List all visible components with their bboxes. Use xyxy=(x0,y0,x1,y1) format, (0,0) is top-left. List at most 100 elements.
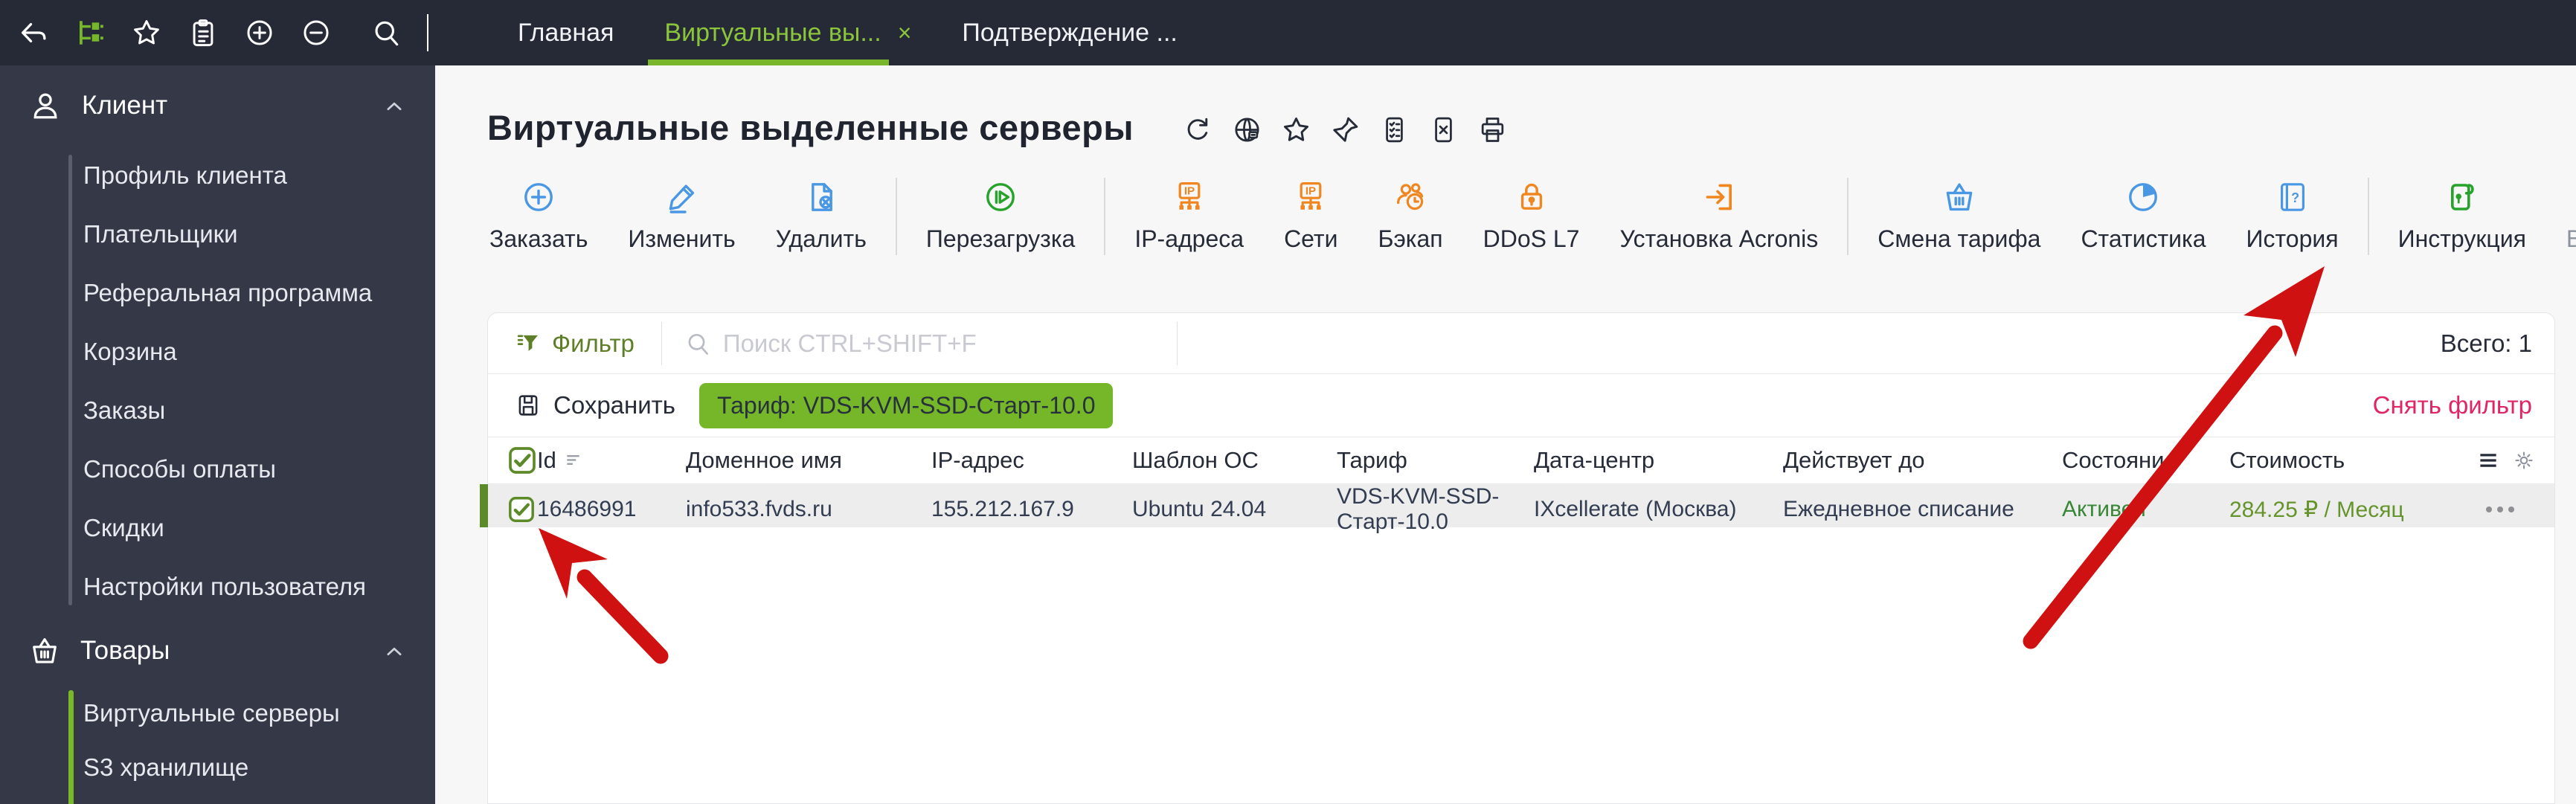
toolbar-button-change-tariff[interactable]: Смена тарифа xyxy=(1857,175,2061,253)
column-header-domain[interactable]: Доменное имя xyxy=(686,447,931,474)
search-input[interactable] xyxy=(722,329,1154,358)
back-icon[interactable] xyxy=(18,17,49,48)
sidebar-item-payers[interactable]: Плательщики xyxy=(0,205,435,263)
sidebar-item-referral-program[interactable]: Реферальная программа xyxy=(0,263,435,322)
cell-valid-until: Ежедневное списание xyxy=(1783,497,2014,521)
sidebar-item-user-settings[interactable]: Настройки пользователя xyxy=(0,557,435,616)
sidebar-item-client-profile[interactable]: Профиль клиента xyxy=(0,146,435,205)
refresh-icon[interactable] xyxy=(1183,115,1213,145)
cell-id: 16486991 xyxy=(537,497,637,521)
networks-icon xyxy=(1293,179,1329,215)
sidebar-item-label: Профиль клиента xyxy=(83,161,287,189)
sidebar-item-payment-methods[interactable]: Способы оплаты xyxy=(0,440,435,498)
checklist-icon[interactable] xyxy=(1379,115,1410,145)
toolbar-button-order[interactable]: Заказать xyxy=(469,175,608,253)
filter-button[interactable]: Фильтр xyxy=(488,329,661,358)
save-filter-label: Сохранить xyxy=(553,391,675,419)
toolbar-button-backup[interactable]: Бэкап xyxy=(1358,175,1462,253)
row-height-menu-icon[interactable] xyxy=(2477,449,2499,472)
toolbar-button-delete[interactable]: Удалить xyxy=(756,175,887,253)
table-row[interactable]: 16486991 info533.fvds.ru 155.212.167.9 U… xyxy=(480,484,2554,534)
column-header-ip[interactable]: IP-адрес xyxy=(931,447,1132,474)
sidebar-client-items: Профиль клиента Плательщики Реферальная … xyxy=(0,146,435,616)
toolbar: Заказать Изменить Удалить Перезагрузка I… xyxy=(469,175,2576,255)
chevron-up-icon[interactable] xyxy=(383,94,405,117)
toolbar-button-label: IP-адреса xyxy=(1134,225,1244,252)
column-header-os-template[interactable]: Шаблон ОС xyxy=(1132,447,1337,474)
globe-icon[interactable] xyxy=(1232,115,1262,145)
tab-virtual-servers[interactable]: Виртуальные вы... × xyxy=(639,0,937,65)
toolbar-button-edit[interactable]: Изменить xyxy=(608,175,755,253)
sidebar-active-group-line xyxy=(68,690,74,804)
tab-home[interactable]: Главная xyxy=(492,0,639,65)
toolbar-button-history[interactable]: История xyxy=(2226,175,2359,253)
toolbar-button-label: Удалить xyxy=(775,225,867,252)
filter-row: Фильтр Всего: 1 xyxy=(488,313,2554,374)
toolbar-button-label: Заказать xyxy=(489,225,588,252)
sidebar-item-orders[interactable]: Заказы xyxy=(0,381,435,440)
toolbar-button-acronis-install[interactable]: Установка Acronis xyxy=(1599,175,1838,253)
toolbar-button-restart[interactable]: Перезагрузка xyxy=(906,175,1095,253)
print-icon[interactable] xyxy=(1477,115,1508,145)
cell-datacenter: IXcellerate (Москва) xyxy=(1534,497,1737,521)
column-header-cost[interactable]: Стоимость xyxy=(2229,447,2475,474)
sidebar-item-virtual-servers[interactable]: Виртуальные серверы xyxy=(0,686,435,740)
pin-icon[interactable] xyxy=(1330,115,1361,145)
row-checkbox[interactable] xyxy=(507,495,536,524)
toolbar-button-label: Статистика xyxy=(2081,225,2206,252)
row-actions-ellipsis-icon[interactable] xyxy=(2475,506,2554,512)
sidebar-item-discounts[interactable]: Скидки xyxy=(0,498,435,557)
toolbar-button-networks[interactable]: Сети xyxy=(1264,175,1358,253)
column-header-tariff[interactable]: Тариф xyxy=(1337,447,1534,474)
favorite-star-icon[interactable] xyxy=(1281,115,1311,145)
column-header-state[interactable]: Состояние xyxy=(2062,447,2229,474)
sidebar-item-label: Настройки пользователя xyxy=(83,572,366,600)
sidebar-section-goods[interactable]: Товары xyxy=(0,616,435,686)
sidebar-item-label: Способы оплаты xyxy=(83,454,277,483)
clipboard-icon[interactable] xyxy=(187,17,219,48)
statistics-pie-icon xyxy=(2125,179,2161,215)
change-tariff-basket-icon xyxy=(1941,179,1977,215)
excel-export-icon[interactable] xyxy=(1428,115,1459,145)
toolbar-button-questions[interactable]: Вопро xyxy=(2546,175,2576,253)
toolbar-button-label: История xyxy=(2246,225,2339,252)
search-icon[interactable] xyxy=(370,17,402,48)
tariff-filter-chip[interactable]: Тариф: VDS-KVM-SSD-Старт-10.0 xyxy=(699,382,1114,428)
sidebar-item-label: Корзина xyxy=(83,337,177,365)
select-all-checkbox[interactable] xyxy=(507,446,537,475)
toolbar-divider xyxy=(895,178,897,255)
column-header-id[interactable]: Id xyxy=(537,447,686,474)
instruction-scroll-icon xyxy=(2444,179,2480,215)
column-header-datacenter[interactable]: Дата-центр xyxy=(1534,447,1783,474)
cell-domain: info533.fvds.ru xyxy=(686,497,832,521)
chevron-up-icon[interactable] xyxy=(383,640,405,662)
column-header-valid-until[interactable]: Действует до xyxy=(1783,447,2062,474)
saved-filter-row: Сохранить Тариф: VDS-KVM-SSD-Старт-10.0 … xyxy=(488,374,2554,437)
toolbar-button-ip-addresses[interactable]: IP-адреса xyxy=(1114,175,1264,253)
sidebar-item-s3-storage[interactable]: S3 хранилище xyxy=(0,740,435,794)
apps-tree-icon[interactable] xyxy=(74,17,106,48)
sidebar: Клиент Профиль клиента Плательщики Рефер… xyxy=(0,65,435,804)
sidebar-item-label: Виртуальные серверы xyxy=(83,698,340,727)
sort-icon[interactable] xyxy=(564,451,583,470)
star-icon[interactable] xyxy=(131,17,162,48)
tab-label: Подтверждение ... xyxy=(962,18,1178,47)
sidebar-goods-items: Виртуальные серверы S3 хранилище xyxy=(0,686,435,804)
toolbar-button-instruction[interactable]: Инструкция xyxy=(2378,175,2546,253)
tab-confirmation[interactable]: Подтверждение ... xyxy=(937,0,1202,65)
sidebar-item-cart[interactable]: Корзина xyxy=(0,322,435,381)
tab-label: Главная xyxy=(518,18,614,47)
tab-close-icon[interactable]: × xyxy=(898,21,912,45)
toolbar-button-ddos-l7[interactable]: DDoS L7 xyxy=(1463,175,1600,253)
toolbar-button-label: Инструкция xyxy=(2397,225,2526,252)
toolbar-button-label: Бэкап xyxy=(1378,225,1443,252)
plus-circle-icon[interactable] xyxy=(244,17,275,48)
sidebar-section-client[interactable]: Клиент xyxy=(0,65,435,146)
toolbar-button-label: Вопро xyxy=(2566,225,2576,252)
clear-filter-link[interactable]: Снять фильтр xyxy=(2373,391,2554,419)
tab-label: Виртуальные вы... xyxy=(664,18,881,47)
toolbar-button-statistics[interactable]: Статистика xyxy=(2061,175,2226,253)
table-settings-gear-icon[interactable] xyxy=(2513,449,2535,472)
minus-circle-icon[interactable] xyxy=(301,17,332,48)
save-filter-button[interactable]: Сохранить xyxy=(488,391,683,419)
